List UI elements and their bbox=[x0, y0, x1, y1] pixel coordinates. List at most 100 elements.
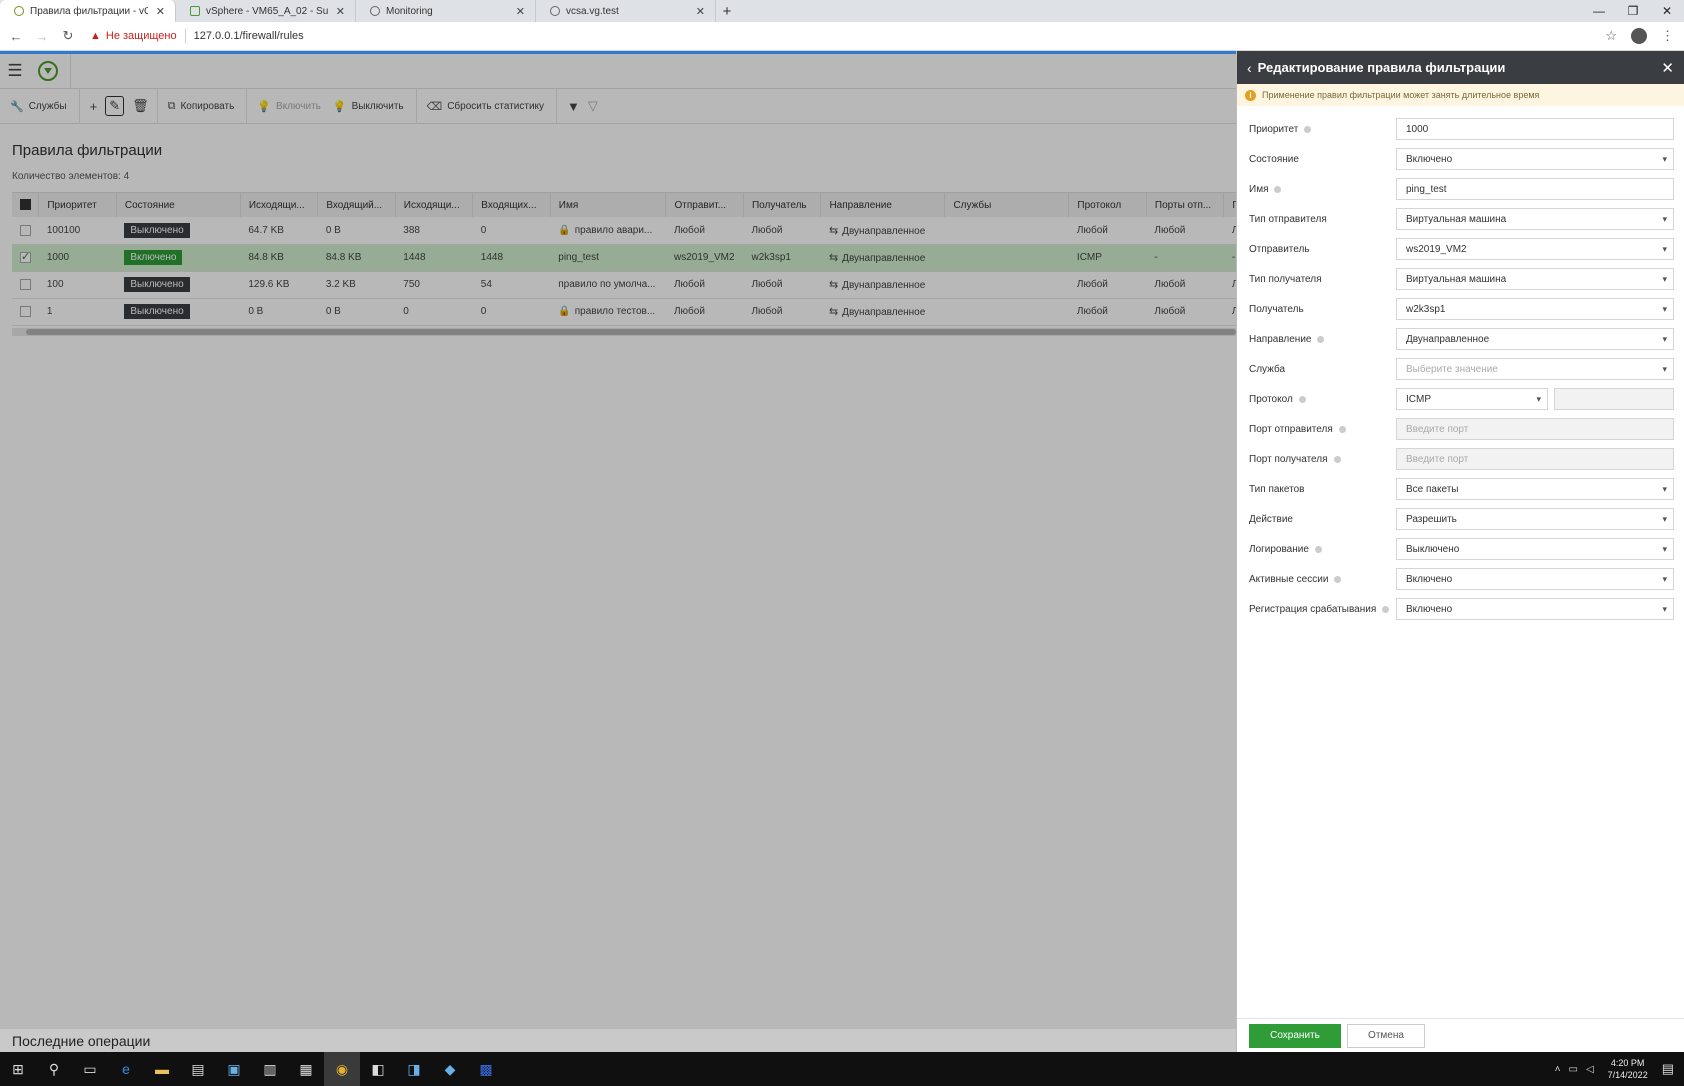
volume-icon[interactable]: ◁ bbox=[1586, 1064, 1594, 1075]
column-header[interactable]: Приоритет bbox=[38, 193, 117, 217]
row-checkbox[interactable] bbox=[20, 224, 31, 236]
sender-type-select[interactable]: Виртуальная машина bbox=[1396, 208, 1674, 230]
receiver-type-select[interactable]: Виртуальная машина bbox=[1396, 268, 1674, 290]
column-header[interactable]: Состояние bbox=[116, 193, 241, 217]
add-button[interactable]: + bbox=[90, 99, 98, 114]
browser-tab-vsphere[interactable]: vSphere - VM65_A_02 - Summar ✕ bbox=[176, 0, 356, 22]
packet-type-select[interactable]: Все пакеты bbox=[1396, 478, 1674, 500]
row-checkbox[interactable] bbox=[20, 278, 31, 290]
terminal-icon[interactable]: ▦ bbox=[288, 1052, 324, 1086]
recent-operations-bar[interactable]: Последние операции bbox=[0, 1028, 1236, 1052]
remote-desktop-icon[interactable]: ▣ bbox=[216, 1052, 252, 1086]
reset-stats-button[interactable]: ⌫ Сбросить статистику bbox=[427, 100, 544, 113]
column-header[interactable]: Службы bbox=[944, 193, 1070, 217]
security-warning[interactable]: ▲ Не защищено bbox=[90, 30, 177, 42]
window-close-icon[interactable]: ✕ bbox=[1650, 0, 1684, 22]
app-icon[interactable]: ◧ bbox=[360, 1052, 396, 1086]
help-icon[interactable] bbox=[1382, 605, 1390, 613]
file-explorer-icon[interactable]: ▬ bbox=[144, 1052, 180, 1086]
column-header[interactable]: Исходящи... bbox=[240, 193, 319, 217]
column-header[interactable]: Входящий... bbox=[317, 193, 396, 217]
minimize-icon[interactable]: — bbox=[1582, 0, 1616, 22]
vgate-logo-icon[interactable] bbox=[38, 61, 58, 81]
help-icon[interactable] bbox=[1317, 335, 1325, 343]
row-checkbox[interactable] bbox=[20, 250, 31, 263]
src-port-field[interactable]: Введите порт bbox=[1396, 418, 1674, 440]
close-icon[interactable]: ✕ bbox=[156, 5, 165, 18]
hamburger-menu-icon[interactable]: ☰ bbox=[0, 61, 30, 81]
profile-avatar-icon[interactable] bbox=[1631, 28, 1647, 44]
column-header[interactable]: Протокол bbox=[1068, 193, 1147, 217]
services-button[interactable]: 🔧 Службы bbox=[10, 100, 67, 113]
column-header[interactable]: Отправит... bbox=[665, 193, 744, 217]
column-header[interactable]: Порты по bbox=[1223, 193, 1236, 217]
dst-port-field[interactable]: Введите порт bbox=[1396, 448, 1674, 470]
clock[interactable]: 4:20 PM 7/14/2022 bbox=[1608, 1057, 1648, 1081]
help-icon[interactable] bbox=[1314, 545, 1322, 553]
help-icon[interactable] bbox=[1274, 185, 1282, 193]
forward-icon[interactable]: → bbox=[32, 29, 52, 44]
internet-explorer-icon[interactable]: e bbox=[108, 1052, 144, 1086]
enable-button[interactable]: 💡 Включить bbox=[257, 100, 321, 113]
monitor-icon[interactable]: ▩ bbox=[468, 1052, 504, 1086]
chevron-up-icon[interactable]: ˄ bbox=[1555, 1064, 1561, 1075]
column-header[interactable]: Входящих... bbox=[472, 193, 551, 217]
chevron-left-icon[interactable]: ‹ bbox=[1247, 60, 1252, 76]
close-icon[interactable]: ✕ bbox=[336, 5, 345, 18]
disable-button[interactable]: 💡 Выключить bbox=[333, 100, 404, 113]
cancel-button[interactable]: Отмена bbox=[1347, 1023, 1425, 1048]
state-select[interactable]: Включено bbox=[1396, 148, 1674, 170]
active-sessions-select[interactable]: Включено bbox=[1396, 568, 1674, 590]
name-field[interactable]: ping_test bbox=[1396, 178, 1674, 200]
column-header[interactable]: Исходящи... bbox=[395, 193, 474, 217]
help-icon[interactable] bbox=[1334, 575, 1342, 583]
help-icon[interactable] bbox=[1304, 125, 1312, 133]
search-icon[interactable]: ⚲ bbox=[36, 1052, 72, 1086]
close-icon[interactable]: ✕ bbox=[516, 5, 525, 18]
close-icon[interactable]: ✕ bbox=[696, 5, 705, 18]
filter-button[interactable]: ▼ bbox=[567, 99, 580, 114]
notifications-icon[interactable]: ▤ bbox=[1662, 1061, 1674, 1077]
scrollbar-thumb[interactable] bbox=[26, 328, 1236, 335]
horizontal-scrollbar[interactable] bbox=[12, 327, 1236, 336]
network-tool-icon[interactable]: ◨ bbox=[396, 1052, 432, 1086]
notepad-icon[interactable]: ▥ bbox=[252, 1052, 288, 1086]
action-select[interactable]: Разрешить bbox=[1396, 508, 1674, 530]
column-header[interactable]: Получатель bbox=[743, 193, 822, 217]
copy-button[interactable]: ⧉ Копировать bbox=[168, 100, 235, 113]
sender-select[interactable]: ws2019_VM2 bbox=[1396, 238, 1674, 260]
table-row[interactable]: 100100 Выключено 64.7 KB 0 B 388 0 🔒 прав… bbox=[12, 217, 1236, 245]
row-checkbox[interactable] bbox=[20, 305, 31, 317]
close-icon[interactable]: ✕ bbox=[1661, 59, 1674, 77]
protocol-select[interactable]: ICMP bbox=[1396, 388, 1548, 410]
kebab-menu-icon[interactable]: ⋮ bbox=[1661, 28, 1674, 44]
star-icon[interactable]: ☆ bbox=[1605, 28, 1617, 44]
windows-start-icon[interactable]: ⊞ bbox=[0, 1052, 36, 1086]
select-all-checkbox[interactable] bbox=[12, 193, 40, 217]
restore-icon[interactable]: ❐ bbox=[1616, 0, 1650, 22]
table-row[interactable]: 1 Выключено 0 B 0 B 0 0 🔒 правило тестов.… bbox=[12, 298, 1236, 326]
table-row[interactable]: 100 Выключено 129.6 KB 3.2 KB 750 54 пра… bbox=[12, 271, 1236, 299]
help-icon[interactable] bbox=[1338, 425, 1346, 433]
network-icon[interactable]: ▭ bbox=[1569, 1064, 1578, 1075]
vgate-console-icon[interactable]: ◆ bbox=[432, 1052, 468, 1086]
reload-icon[interactable]: ↻ bbox=[58, 28, 78, 44]
protocol-number-field[interactable] bbox=[1554, 388, 1674, 410]
browser-tab-vcsa[interactable]: vcsa.vg.test ✕ bbox=[536, 0, 716, 22]
trigger-reg-select[interactable]: Включено bbox=[1396, 598, 1674, 620]
back-icon[interactable]: ← bbox=[6, 29, 26, 44]
browser-tab-monitoring[interactable]: Monitoring ✕ bbox=[356, 0, 536, 22]
edit-button[interactable]: ✎ bbox=[105, 96, 125, 116]
table-row-selected[interactable]: 1000 Включено 84.8 KB 84.8 KB 1448 1448 … bbox=[12, 244, 1236, 272]
receiver-select[interactable]: w2k3sp1 bbox=[1396, 298, 1674, 320]
direction-select[interactable]: Двунаправленное bbox=[1396, 328, 1674, 350]
help-icon[interactable] bbox=[1333, 455, 1341, 463]
chrome-icon[interactable]: ◉ bbox=[324, 1052, 360, 1086]
column-header[interactable]: Направление bbox=[820, 193, 946, 217]
priority-field[interactable]: 1000 bbox=[1396, 118, 1674, 140]
save-button[interactable]: Сохранить bbox=[1249, 1023, 1341, 1048]
service-select[interactable]: Выберите значение bbox=[1396, 358, 1674, 380]
server-manager-icon[interactable]: ▤ bbox=[180, 1052, 216, 1086]
column-header[interactable]: Имя bbox=[550, 193, 667, 217]
column-header[interactable]: Порты отп... bbox=[1146, 193, 1225, 217]
